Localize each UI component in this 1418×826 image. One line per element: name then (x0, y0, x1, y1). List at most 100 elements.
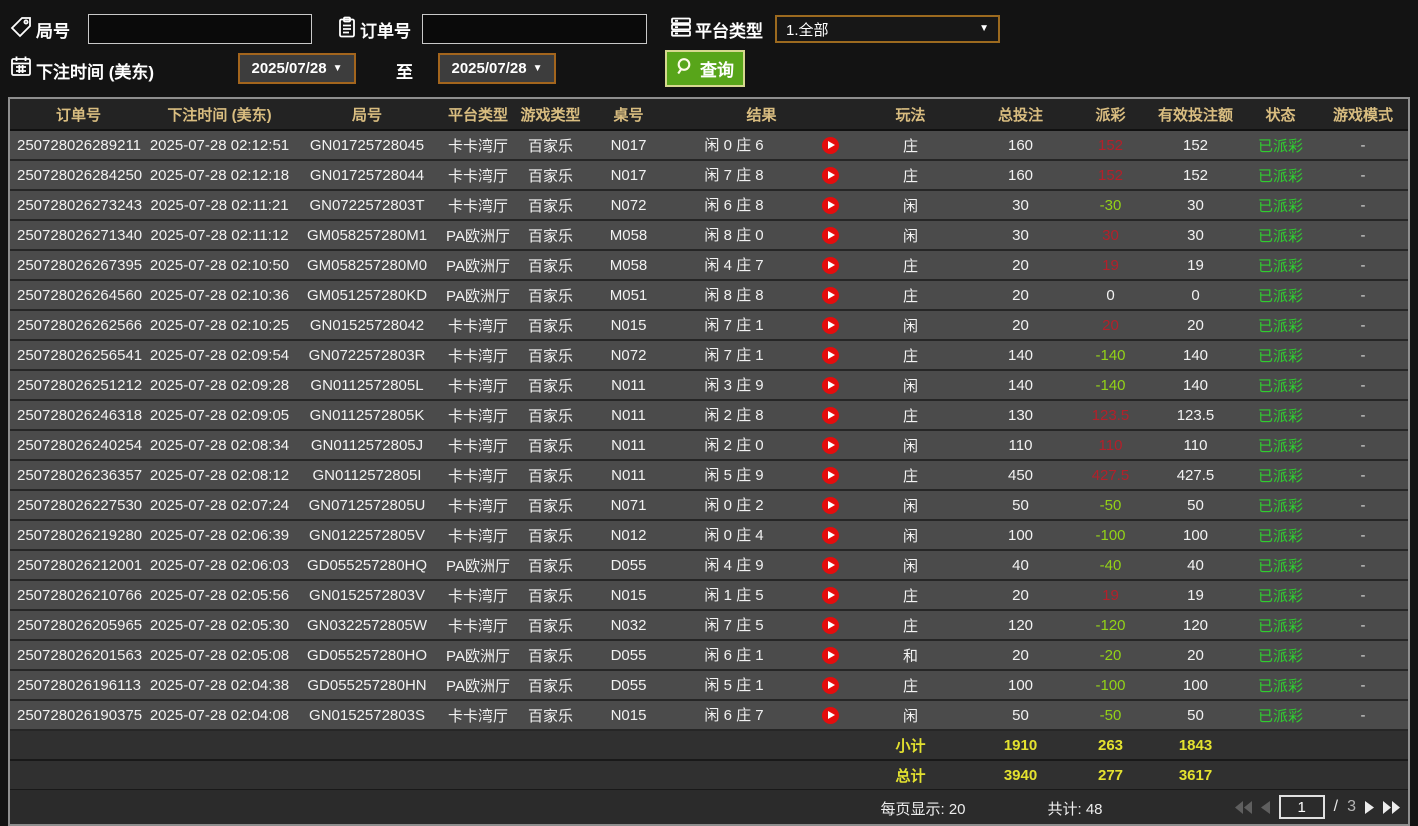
cell-bet-time: 2025-07-28 02:09:05 (147, 400, 292, 431)
date-to-picker[interactable]: 2025/07/28 ▼ (438, 53, 556, 84)
play-result-icon[interactable] (822, 707, 839, 724)
cell-total-bet: 100 (968, 670, 1073, 701)
cell-total-bet: 140 (968, 340, 1073, 371)
table-row: 250728026267395 2025-07-28 02:10:50 GM0582… (10, 250, 1408, 281)
table-row: 250728026271340 2025-07-28 02:11:12 GM0582… (10, 220, 1408, 251)
game-no-input[interactable] (88, 14, 312, 44)
play-result-icon[interactable] (822, 587, 839, 604)
play-result-icon[interactable] (822, 287, 839, 304)
cell-game-mode: - (1318, 430, 1408, 461)
cell-bet-time: 2025-07-28 02:09:28 (147, 370, 292, 401)
play-result-icon[interactable] (822, 227, 839, 244)
cell-valid-bet: 30 (1148, 190, 1243, 221)
cell-bet-time: 2025-07-28 02:11:12 (147, 220, 292, 251)
cell-order-no: 250728026273243 (10, 190, 147, 221)
play-result-icon[interactable] (822, 137, 839, 154)
cell-payout: 123.5 (1073, 400, 1148, 431)
cell-table-no: M058 (587, 220, 670, 251)
cell-game-mode: - (1318, 310, 1408, 341)
next-page-icon[interactable] (1365, 800, 1374, 814)
play-result-icon[interactable] (822, 317, 839, 334)
cell-payout: -40 (1073, 550, 1148, 581)
table-row: 250728026273243 2025-07-28 02:11:21 GN0722… (10, 190, 1408, 221)
platform-type-selected: 1.全部 (786, 21, 829, 39)
result-text: 闲 7 庄 8 (704, 167, 764, 184)
order-no-input[interactable] (422, 14, 647, 44)
cell-game-no: GN01725728044 (292, 160, 442, 191)
cell-game-no: GD055257280HQ (292, 550, 442, 581)
play-result-icon[interactable] (822, 257, 839, 274)
cell-valid-bet: 140 (1148, 370, 1243, 401)
cell-valid-bet: 120 (1148, 610, 1243, 641)
play-result-icon[interactable] (822, 407, 839, 424)
play-result-icon[interactable] (822, 437, 839, 454)
cell-status: 已派彩 (1243, 340, 1318, 371)
cell-game-mode: - (1318, 220, 1408, 251)
cell-order-no: 250728026262566 (10, 310, 147, 341)
cell-game-mode: - (1318, 610, 1408, 641)
table-row: 250728026256541 2025-07-28 02:09:54 GN0722… (10, 340, 1408, 371)
play-result-icon[interactable] (822, 167, 839, 184)
cell-status: 已派彩 (1243, 280, 1318, 311)
cell-table-no: M058 (587, 250, 670, 281)
col-header-play-type: 玩法 (853, 99, 968, 131)
cell-game-type: 百家乐 (514, 490, 587, 521)
cell-total-bet: 50 (968, 700, 1073, 731)
cell-valid-bet: 40 (1148, 550, 1243, 581)
cell-valid-bet: 30 (1148, 220, 1243, 251)
cell-table-no: N015 (587, 310, 670, 341)
total-count-label: 共计: 48 (1047, 801, 1103, 818)
cell-platform-type: 卡卡湾厅 (442, 310, 514, 341)
cell-game-type: 百家乐 (514, 520, 587, 551)
play-result-icon[interactable] (822, 617, 839, 634)
date-to-label: 至 (396, 63, 413, 82)
cell-total-bet: 160 (968, 130, 1073, 161)
col-header-status: 状态 (1243, 99, 1318, 131)
cell-payout: -50 (1073, 490, 1148, 521)
play-result-icon[interactable] (822, 497, 839, 514)
platform-type-select[interactable]: 1.全部 ▼ (775, 15, 1000, 43)
cell-result: 闲 7 庄 1 (670, 340, 853, 371)
cell-order-no: 250728026196113 (10, 670, 147, 701)
result-text: 闲 6 庄 8 (704, 197, 764, 214)
page-number-input[interactable] (1278, 795, 1325, 819)
cell-result: 闲 6 庄 8 (670, 190, 853, 221)
play-result-icon[interactable] (822, 377, 839, 394)
cell-bet-time: 2025-07-28 02:10:25 (147, 310, 292, 341)
cell-valid-bet: 140 (1148, 340, 1243, 371)
prev-page-icon[interactable] (1260, 800, 1270, 814)
cell-payout: -100 (1073, 520, 1148, 551)
play-result-icon[interactable] (822, 347, 839, 364)
query-button[interactable]: 查询 (665, 50, 745, 87)
grand-total-payout: 277 (1073, 760, 1148, 791)
cell-total-bet: 120 (968, 610, 1073, 641)
table-row: 250728026284250 2025-07-28 02:12:18 GN0172… (10, 160, 1408, 191)
cell-status: 已派彩 (1243, 460, 1318, 491)
cell-game-mode: - (1318, 250, 1408, 281)
date-from-picker[interactable]: 2025/07/28 ▼ (238, 53, 356, 84)
cell-bet-time: 2025-07-28 02:09:54 (147, 340, 292, 371)
first-page-icon[interactable] (1234, 800, 1252, 814)
cell-game-no: GN01525728042 (292, 310, 442, 341)
cell-game-no: GN0722572803R (292, 340, 442, 371)
result-text: 闲 0 庄 6 (704, 137, 764, 154)
play-result-icon[interactable] (822, 557, 839, 574)
result-text: 闲 3 庄 9 (704, 377, 764, 394)
cell-play-type: 闲 (853, 190, 968, 221)
play-result-icon[interactable] (822, 527, 839, 544)
cell-game-no: GM058257280M0 (292, 250, 442, 281)
cell-play-type: 庄 (853, 280, 968, 311)
last-page-icon[interactable] (1383, 800, 1400, 814)
play-result-icon[interactable] (822, 197, 839, 214)
play-result-icon[interactable] (822, 467, 839, 484)
cell-table-no: D055 (587, 640, 670, 671)
play-result-icon[interactable] (822, 677, 839, 694)
order-no-label: 订单号 (360, 22, 411, 41)
cell-result: 闲 1 庄 5 (670, 580, 853, 611)
cell-game-type: 百家乐 (514, 460, 587, 491)
cell-play-type: 闲 (853, 550, 968, 581)
cell-platform-type: PA欧洲厅 (442, 250, 514, 281)
cell-platform-type: PA欧洲厅 (442, 550, 514, 581)
play-result-icon[interactable] (822, 647, 839, 664)
cell-valid-bet: 100 (1148, 670, 1243, 701)
